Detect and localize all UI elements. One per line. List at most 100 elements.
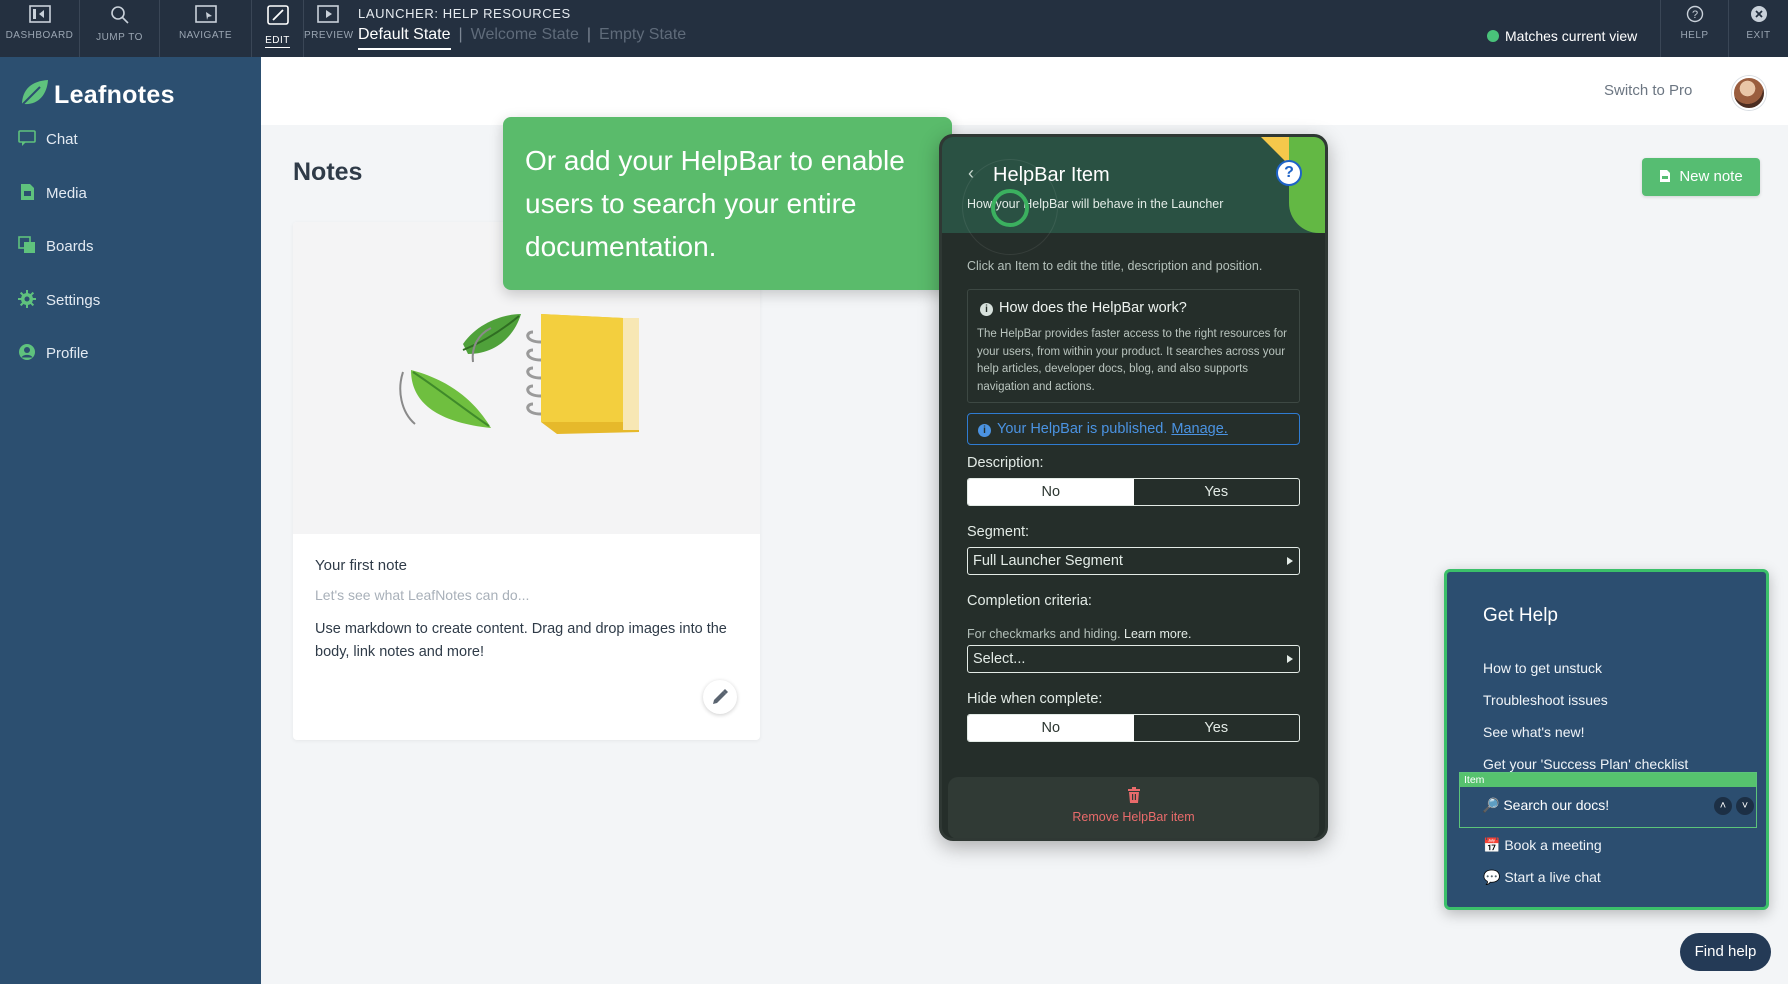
app-logo[interactable]: Leafnotes: [18, 77, 175, 110]
caret-right-icon: [1287, 557, 1293, 565]
tooltip-text: Or add your HelpBar to enable users to s…: [525, 145, 905, 262]
launcher-title: Get Help: [1483, 605, 1558, 626]
status-dot: [1487, 30, 1499, 42]
close-icon: [1750, 6, 1767, 22]
info-icon: i: [980, 303, 993, 316]
how-it-works-box: i How does the HelpBar work? The HelpBar …: [967, 289, 1300, 403]
helpbar-item-panel: ‹ HelpBar Item How your HelpBar will beh…: [939, 134, 1328, 841]
published-text: Your HelpBar is published.: [997, 421, 1168, 437]
switch-to-pro-link[interactable]: Switch to Pro: [1604, 82, 1692, 99]
item-tag: Item: [1460, 773, 1756, 787]
launcher-item[interactable]: Get your 'Success Plan' checklist: [1483, 756, 1688, 772]
segment-select[interactable]: Full Launcher Segment: [967, 547, 1300, 575]
sidebar-item-label: Profile: [46, 345, 89, 362]
exit-label: EXIT: [1746, 30, 1771, 41]
help-icon: ?: [1686, 5, 1703, 23]
sidebar-item-chat[interactable]: Chat: [18, 128, 78, 152]
launcher-item[interactable]: Troubleshoot issues: [1483, 692, 1608, 708]
get-help-launcher: Get Help How to get unstuck Troubleshoot…: [1444, 569, 1769, 910]
selected-helpbar-item[interactable]: Item 🔎 Search our docs! ˄ ˅: [1459, 772, 1757, 828]
panel-header: ‹ HelpBar Item How your HelpBar will beh…: [942, 137, 1325, 255]
hide-label: Hide when complete:: [967, 691, 1103, 707]
caret-right-icon: [1287, 655, 1293, 663]
help-tool[interactable]: ? HELP: [1660, 0, 1728, 57]
completion-hint: For checkmarks and hiding. Learn more.: [967, 627, 1191, 641]
tab-empty-state[interactable]: Empty State: [599, 26, 686, 48]
profile-icon: [19, 344, 35, 360]
move-down-icon[interactable]: ˅: [1736, 797, 1754, 815]
navigate-label: NAVIGATE: [178, 30, 233, 41]
note-subtitle: Let's see what LeafNotes can do...: [315, 587, 530, 603]
move-up-icon[interactable]: ˄: [1714, 797, 1732, 815]
sidebar-item-label: Settings: [46, 292, 101, 309]
learn-more-link[interactable]: Learn more.: [1124, 627, 1191, 641]
remove-helpbar-button[interactable]: Remove HelpBar item: [948, 777, 1319, 838]
main-header: [261, 57, 1788, 125]
exit-tool[interactable]: EXIT: [1728, 0, 1788, 57]
sidebar-item-media[interactable]: Media: [18, 182, 87, 206]
avatar[interactable]: [1732, 76, 1766, 110]
note-icon: [1660, 170, 1671, 182]
description-yes-option[interactable]: Yes: [1134, 479, 1300, 505]
launcher-item[interactable]: See what's new!: [1483, 724, 1585, 740]
edit-tool[interactable]: EDIT: [252, 0, 304, 57]
match-status: Matches current view: [1487, 28, 1637, 44]
back-chevron-icon[interactable]: ‹: [968, 163, 974, 184]
launcher-item[interactable]: How to get unstuck: [1483, 660, 1602, 676]
sidebar-item-profile[interactable]: Profile: [18, 342, 89, 366]
preview-tool[interactable]: PREVIEW: [304, 0, 354, 57]
tab-welcome-state[interactable]: Welcome State: [471, 26, 579, 48]
launcher-item[interactable]: 📅 Book a meeting: [1483, 837, 1602, 854]
hide-yes-option[interactable]: Yes: [1134, 715, 1300, 741]
helpbar-item-label: 🔎 Search our docs!: [1482, 797, 1610, 813]
jump-to-tool[interactable]: JUMP TO: [80, 0, 160, 57]
completion-select[interactable]: Select...: [967, 645, 1300, 673]
tab-default-state[interactable]: Default State: [358, 26, 451, 50]
description-no-option[interactable]: No: [968, 479, 1134, 505]
new-note-button[interactable]: New note: [1642, 158, 1760, 196]
dashboard-tool[interactable]: DASHBOARD: [0, 0, 80, 57]
find-help-button[interactable]: Find help: [1680, 933, 1771, 971]
header-decoration: [1289, 137, 1325, 233]
navigate-tool[interactable]: NAVIGATE: [160, 0, 252, 57]
app-name: Leafnotes: [54, 81, 175, 109]
remove-label: Remove HelpBar item: [1072, 810, 1195, 824]
svg-text:?: ?: [1691, 9, 1697, 21]
info-icon: i: [978, 424, 991, 437]
launcher-list: Get Help How to get unstuck Troubleshoot…: [1447, 572, 1766, 907]
how-title: i How does the HelpBar work?: [980, 300, 1187, 316]
new-note-label: New note: [1679, 168, 1743, 185]
trash-icon: [1127, 787, 1140, 803]
completion-label: Completion criteria:: [967, 593, 1092, 609]
note-card[interactable]: Your first note Let's see what LeafNotes…: [293, 222, 760, 740]
note-title: Your first note: [315, 557, 407, 574]
note-body: Use markdown to create content. Drag and…: [315, 621, 727, 660]
hide-no-option[interactable]: No: [968, 715, 1134, 741]
completion-placeholder: Select...: [973, 651, 1026, 667]
panel-title: HelpBar Item: [993, 164, 1110, 186]
edit-note-button[interactable]: [703, 680, 737, 714]
launcher-item[interactable]: 💬 Start a live chat: [1483, 869, 1601, 886]
question-icon[interactable]: ?: [1276, 160, 1302, 186]
preview-label: PREVIEW: [304, 30, 354, 41]
segment-value: Full Launcher Segment: [973, 553, 1123, 569]
dashboard-label: DASHBOARD: [5, 30, 74, 41]
state-tabs: Default State | Welcome State | Empty State: [358, 26, 686, 50]
how-title-label: How does the HelpBar work?: [999, 300, 1187, 316]
gear-icon: [18, 290, 36, 308]
hide-toggle: No Yes: [967, 714, 1300, 742]
description-label: Description:: [967, 455, 1044, 471]
sidebar-item-label: Boards: [46, 238, 94, 255]
segment-label: Segment:: [967, 524, 1030, 540]
navigate-icon: [194, 5, 217, 23]
media-icon: [21, 184, 34, 200]
manage-link[interactable]: Manage.: [1171, 421, 1227, 437]
sidebar-item-settings[interactable]: Settings: [18, 289, 100, 313]
sidebar-item-boards[interactable]: Boards: [18, 235, 94, 259]
edit-label: EDIT: [265, 35, 290, 48]
pencil-icon: [713, 689, 728, 704]
leaf-icon: [21, 80, 48, 106]
help-label: HELP: [1680, 30, 1709, 41]
hotspot-ring: [991, 189, 1029, 227]
how-text: The HelpBar provides faster access to th…: [977, 328, 1288, 393]
